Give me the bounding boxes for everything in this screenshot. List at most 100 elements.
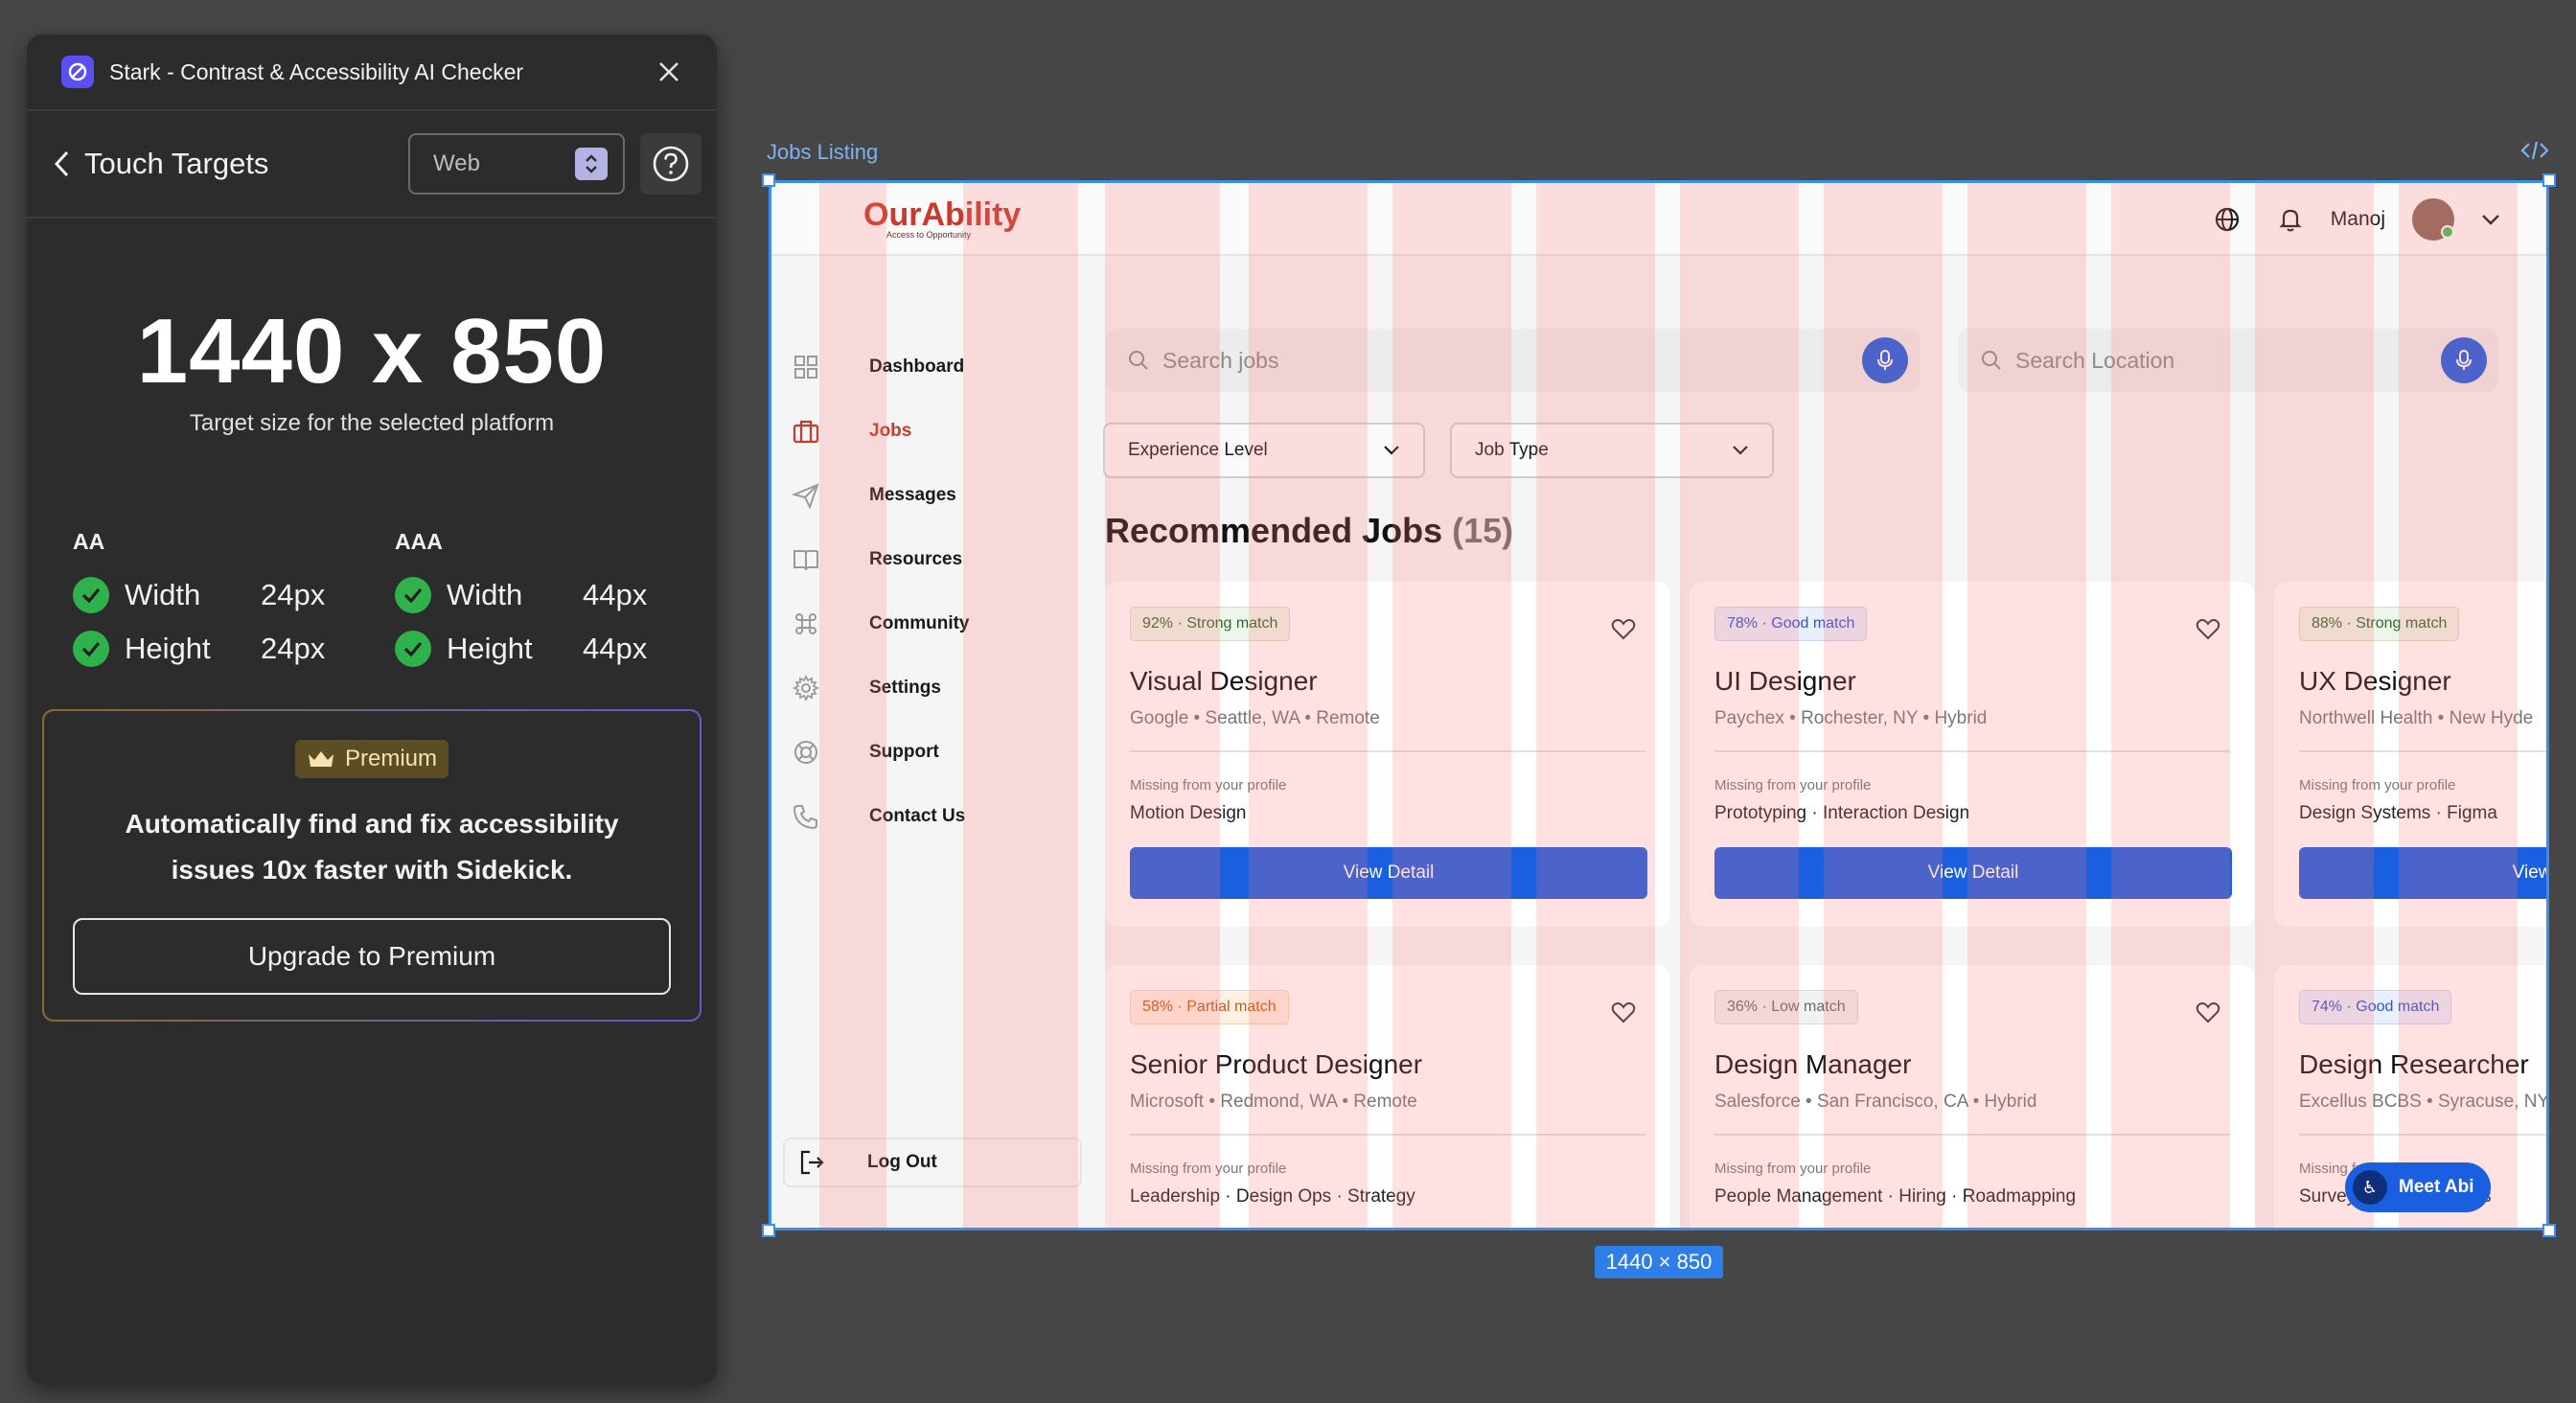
missing-label: Missing from your profile [1130,1161,1287,1177]
job-card[interactable]: 78% · Good match UI Designer Paychex • R… [1690,582,2255,927]
nav-label: Community [869,613,970,633]
missing-skills: People Management · Hiring · Roadmapping [1714,1186,2077,1207]
logout-label: Log Out [867,1152,937,1172]
back-button[interactable]: Touch Targets [54,147,408,181]
job-title[interactable]: Visual Designer [1130,666,1645,697]
row-label: Width [447,578,523,611]
job-title[interactable]: Design Researcher [2299,1049,2546,1080]
nav-label: Messages [869,485,956,505]
mic-icon [1877,350,1893,370]
subheader: Touch Targets Web [27,111,717,218]
job-card[interactable]: 58% · Partial match Senior Product Desig… [1105,965,1670,1228]
premium-text: Automatically find and fix accessibility… [44,801,700,893]
job-title[interactable]: UI Designer [1714,666,2230,697]
row-label: Width [125,578,201,611]
job-meta: Paychex • Rochester, NY • Hybrid [1714,708,1988,728]
sidebar-item-jobs[interactable]: Jobs [791,412,911,450]
meet-abi-button[interactable]: ♿ Meet Abi [2345,1162,2491,1212]
experience-level-dropdown[interactable]: Experience Level [1103,423,1425,478]
nav-label: Resources [869,549,963,569]
mic-icon [2456,350,2472,370]
view-detail-button[interactable]: View Detail [2299,847,2546,899]
job-title[interactable]: Design Manager [1714,1049,2230,1080]
divider [1130,1134,1645,1136]
accessibility-icon: ♿ [2353,1170,2387,1205]
section-count: (15) [1452,511,1514,550]
resize-handle[interactable] [2542,173,2556,187]
view-detail-button[interactable]: View Detail [1714,847,2232,899]
frame-label[interactable]: Jobs Listing [767,140,878,165]
user-name[interactable]: Manoj [2331,208,2385,231]
match-badge: 78% · Good match [1714,607,1868,641]
search-jobs-placeholder: Search jobs [1162,347,1279,373]
job-meta: Northwell Health • New Hyde [2299,708,2534,728]
top-right-controls: Manoj [2214,198,2500,241]
job-type-dropdown[interactable]: Job Type [1450,423,1774,478]
match-badge: 58% · Partial match [1130,990,1289,1024]
level-title: AAA [395,529,443,554]
nav-label: Settings [869,678,941,698]
search-icon [1129,351,1148,370]
heart-icon[interactable] [1611,618,1636,646]
heart-icon[interactable] [2196,618,2220,646]
sidebar-item-support[interactable]: Support [791,733,939,771]
help-button[interactable] [640,133,702,195]
premium-text-line: Automatically find and fix accessibility [125,809,619,839]
sidebar-item-community[interactable]: Community [791,605,970,643]
mic-button[interactable] [2441,337,2487,383]
stepper-icon [575,148,608,180]
section-title-text: Recommended Jobs [1105,511,1443,550]
sidebar-item-settings[interactable]: Settings [791,669,941,707]
app-top-bar: OurAbility Access to Opportunity Manoj [771,183,2546,256]
sidebar-item-messages[interactable]: Messages [791,476,956,515]
premium-text-line: issues 10x faster with Sidekick. [171,855,573,885]
sidebar-item-contact-us[interactable]: Contact Us [791,797,965,836]
search-location-placeholder: Search Location [2015,347,2175,373]
command-icon [791,609,821,639]
help-icon [653,146,689,182]
resize-handle[interactable] [762,173,775,187]
lifebuoy-icon [791,737,821,768]
avatar[interactable] [2412,198,2454,241]
level-row: Height 44px [395,622,717,676]
view-detail-button[interactable]: View Detail [1130,847,1647,899]
search-location-field[interactable]: Search Location [1958,329,2498,392]
check-icon [73,631,109,667]
search-jobs-field[interactable]: Search jobs [1105,329,1920,392]
resize-handle[interactable] [2542,1224,2556,1237]
heart-icon[interactable] [1611,1001,1636,1029]
gear-icon [791,673,821,703]
heart-icon[interactable] [2196,1001,2220,1029]
resize-handle[interactable] [762,1224,775,1237]
level-row: Height 24px [73,622,395,676]
job-card[interactable]: 92% · Strong match Visual Designer Googl… [1105,582,1670,927]
plugin-header: Stark - Contrast & Accessibility AI Chec… [27,34,717,111]
upgrade-button[interactable]: Upgrade to Premium [73,918,671,995]
job-card[interactable]: 88% · Strong match UX Designer Northwell… [2274,582,2546,927]
logout-button[interactable]: Log Out [783,1138,1082,1187]
close-button[interactable] [652,55,686,89]
globe-icon[interactable] [2214,206,2241,233]
level-aaa: AAA Width 44px Height 44px [395,529,717,676]
chevron-down-icon[interactable] [2481,213,2500,226]
check-icon [395,631,431,667]
match-badge: 74% · Good match [2299,990,2452,1024]
brand-logo[interactable]: OurAbility Access to Opportunity [863,196,1021,240]
send-icon [791,480,821,511]
platform-value: Web [433,150,480,176]
meet-abi-label: Meet Abi [2399,1177,2474,1197]
job-title[interactable]: Senior Product Designer [1130,1049,1645,1080]
target-size: 1440 x 850 [136,300,608,402]
missing-label: Missing from your profile [1714,777,1872,794]
missing-label: Missing from your profile [2299,777,2456,794]
platform-select[interactable]: Web [408,133,625,195]
jobs-listing-frame[interactable]: OurAbility Access to Opportunity Manoj D… [769,180,2549,1230]
sidebar-item-dashboard[interactable]: Dashboard [791,348,964,386]
mic-button[interactable] [1862,337,1908,383]
job-title[interactable]: UX Designer [2299,666,2546,697]
code-icon[interactable] [2520,140,2549,166]
sidebar-item-resources[interactable]: Resources [791,540,962,579]
job-card[interactable]: 36% · Low match Design Manager Salesforc… [1690,965,2255,1228]
crown-icon [308,751,334,767]
bell-icon[interactable] [2277,206,2304,233]
